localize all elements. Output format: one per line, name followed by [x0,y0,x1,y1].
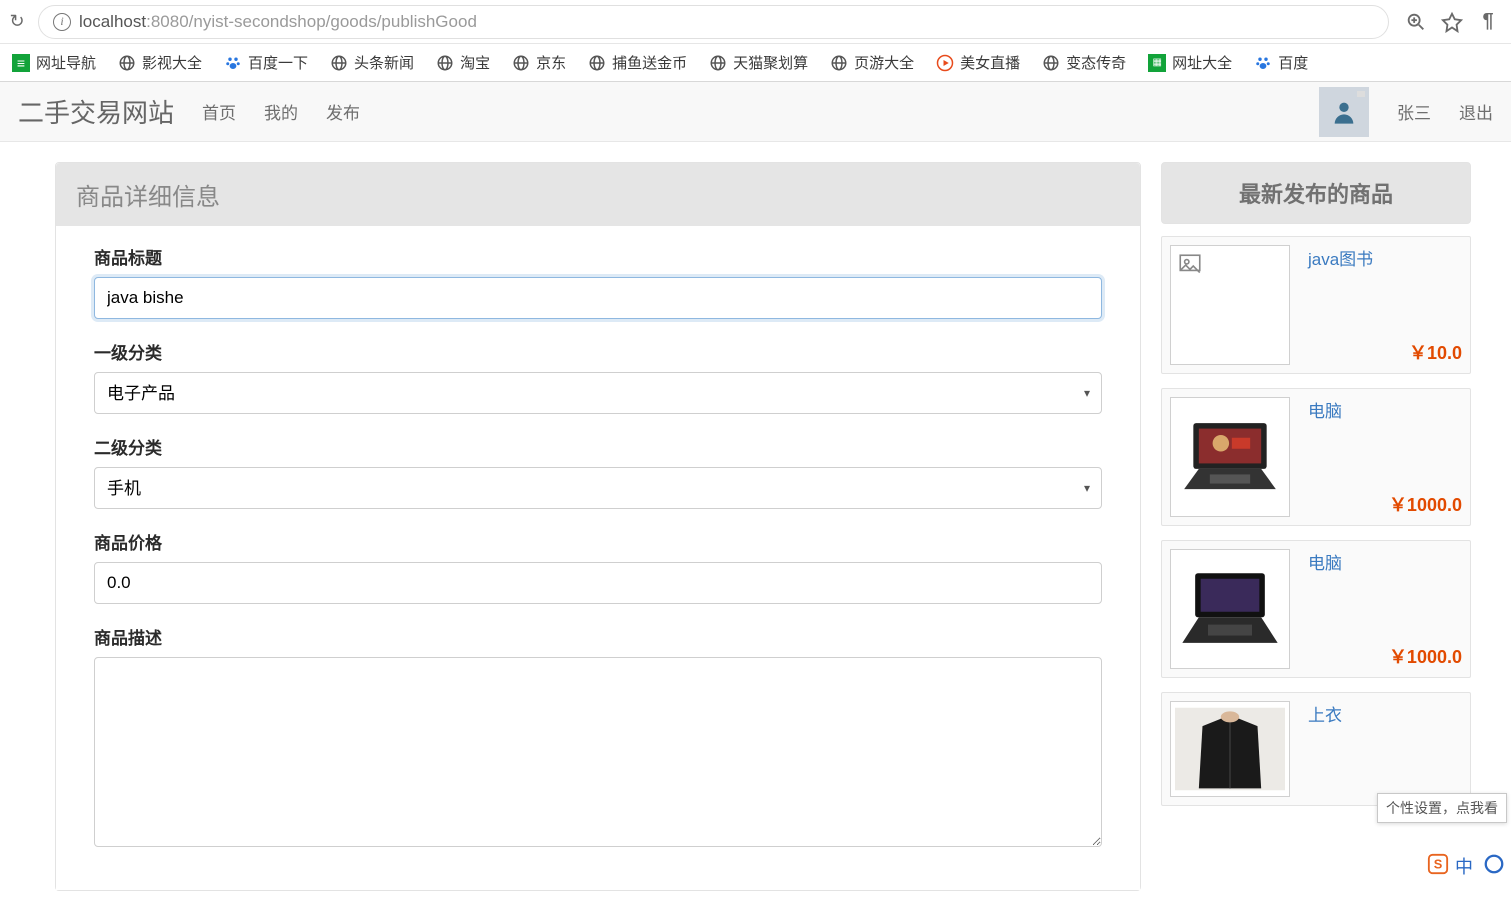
bookmark-label: 页游大全 [854,52,914,73]
bookmark-label: 百度一下 [248,52,308,73]
input-title[interactable] [94,277,1102,319]
recent-item[interactable]: 电脑 ￥1000.0 [1161,388,1471,526]
bookmark-item[interactable]: 天猫聚划算 [709,52,808,73]
url-host: localhost:8080/nyist-secondshop/goods/pu… [79,12,477,32]
recent-title: 电脑 [1308,549,1462,574]
globe-icon [436,54,454,72]
thumb-jacket-icon [1170,701,1290,797]
globe-icon [330,54,348,72]
zoom-icon[interactable] [1405,11,1427,33]
bookmark-label: 影视大全 [142,52,202,73]
paw-icon [1254,54,1272,72]
bookmark-label: 美女直播 [960,52,1020,73]
bookmark-item[interactable]: 变态传奇 [1042,52,1126,73]
bookmark-item[interactable]: 淘宝 [436,52,490,73]
ime-tooltip: 个性设置，点我看 [1377,793,1507,823]
nav-home[interactable]: 首页 [202,99,236,124]
recent-item[interactable]: java图书 ￥10.0 [1161,236,1471,374]
bookmark-item[interactable]: 百度 [1254,52,1308,73]
bookmark-label: 百度 [1278,52,1308,73]
nav-mine[interactable]: 我的 [264,99,298,124]
info-icon: i [53,13,71,31]
globe-icon [709,54,727,72]
bookmark-item[interactable]: 头条新闻 [330,52,414,73]
bookmark-icon: ≡ [12,54,30,72]
brand[interactable]: 二手交易网站 [18,93,174,130]
thumb-laptop-icon [1170,397,1290,517]
thumb-broken-icon [1170,245,1290,365]
avatar[interactable] [1319,87,1369,137]
grid-icon: ▦ [1148,54,1166,72]
globe-icon [118,54,136,72]
bookmark-bar: ≡ 网址导航 影视大全 百度一下 头条新闻 淘宝 京东 捕鱼送金币 天猫聚划算 页… [0,44,1511,82]
paw-icon [224,54,242,72]
bookmark-item[interactable]: 百度一下 [224,52,308,73]
bookmark-label: 捕鱼送金币 [612,52,687,73]
sogou-icon[interactable]: S [1427,853,1449,875]
globe-icon [830,54,848,72]
tray-icons: S 中 [1427,853,1505,875]
thumb-laptop-icon [1170,549,1290,669]
label-price: 商品价格 [94,529,1102,554]
bookmark-item[interactable]: 页游大全 [830,52,914,73]
bookmark-item[interactable]: 京东 [512,52,566,73]
globe-icon [512,54,530,72]
paragraph-icon[interactable]: ¶ [1477,11,1499,33]
sidebar-heading: 最新发布的商品 [1161,162,1471,224]
label-title: 商品标题 [94,244,1102,269]
recent-price: ￥1000.0 [1389,491,1462,517]
bookmark-label: 天猫聚划算 [733,52,808,73]
logout[interactable]: 退出 [1459,99,1493,124]
bookmark-item[interactable]: 美女直播 [936,52,1020,73]
bookmark-label: 变态传奇 [1066,52,1126,73]
recent-price: ￥1000.0 [1389,643,1462,669]
tray-icon[interactable] [1483,853,1505,875]
bookmark-label: 京东 [536,52,566,73]
input-price[interactable] [94,562,1102,604]
svg-text:S: S [1434,857,1443,872]
address-bar-actions: ¶ [1399,11,1505,33]
bookmark-label: 淘宝 [460,52,490,73]
globe-icon [1042,54,1060,72]
bookmark-item[interactable]: 捕鱼送金币 [588,52,687,73]
nav-publish[interactable]: 发布 [326,99,360,124]
sidebar: 最新发布的商品 java图书 ￥10.0 电脑 ￥1000.0 [1161,162,1471,806]
recent-title: java图书 [1308,245,1462,270]
star-icon[interactable] [1441,11,1463,33]
recent-title: 上衣 [1308,701,1462,726]
reload-icon[interactable]: ↻ [6,11,28,32]
browser-address-bar: ↻ i localhost:8080/nyist-secondshop/good… [0,0,1511,44]
panel-title: 商品详细信息 [56,163,1140,226]
globe-icon [588,54,606,72]
bookmark-item[interactable]: 影视大全 [118,52,202,73]
video-icon [936,54,954,72]
recent-title: 电脑 [1308,397,1462,422]
username[interactable]: 张三 [1397,99,1431,124]
label-cat1: 一级分类 [94,339,1102,364]
recent-price: ￥10.0 [1409,339,1462,365]
bookmark-item[interactable]: ≡ 网址导航 [12,52,96,73]
bookmark-label: 网址导航 [36,52,96,73]
recent-item[interactable]: 上衣 [1161,692,1471,806]
form-panel: 商品详细信息 商品标题 一级分类 电子产品 二级分类 手机 商品价格 商品描述 [55,162,1141,891]
site-nav: 二手交易网站 首页 我的 发布 张三 退出 [0,82,1511,142]
bookmark-label: 网址大全 [1172,52,1232,73]
recent-item[interactable]: 电脑 ￥1000.0 [1161,540,1471,678]
label-cat2: 二级分类 [94,434,1102,459]
select-cat1[interactable]: 电子产品 [94,372,1102,414]
tray-icon[interactable]: 中 [1455,853,1477,875]
url-field[interactable]: i localhost:8080/nyist-secondshop/goods/… [38,5,1389,39]
bookmark-item[interactable]: ▦ 网址大全 [1148,52,1232,73]
label-desc: 商品描述 [94,624,1102,649]
textarea-desc[interactable] [94,657,1102,847]
select-cat2[interactable]: 手机 [94,467,1102,509]
bookmark-label: 头条新闻 [354,52,414,73]
